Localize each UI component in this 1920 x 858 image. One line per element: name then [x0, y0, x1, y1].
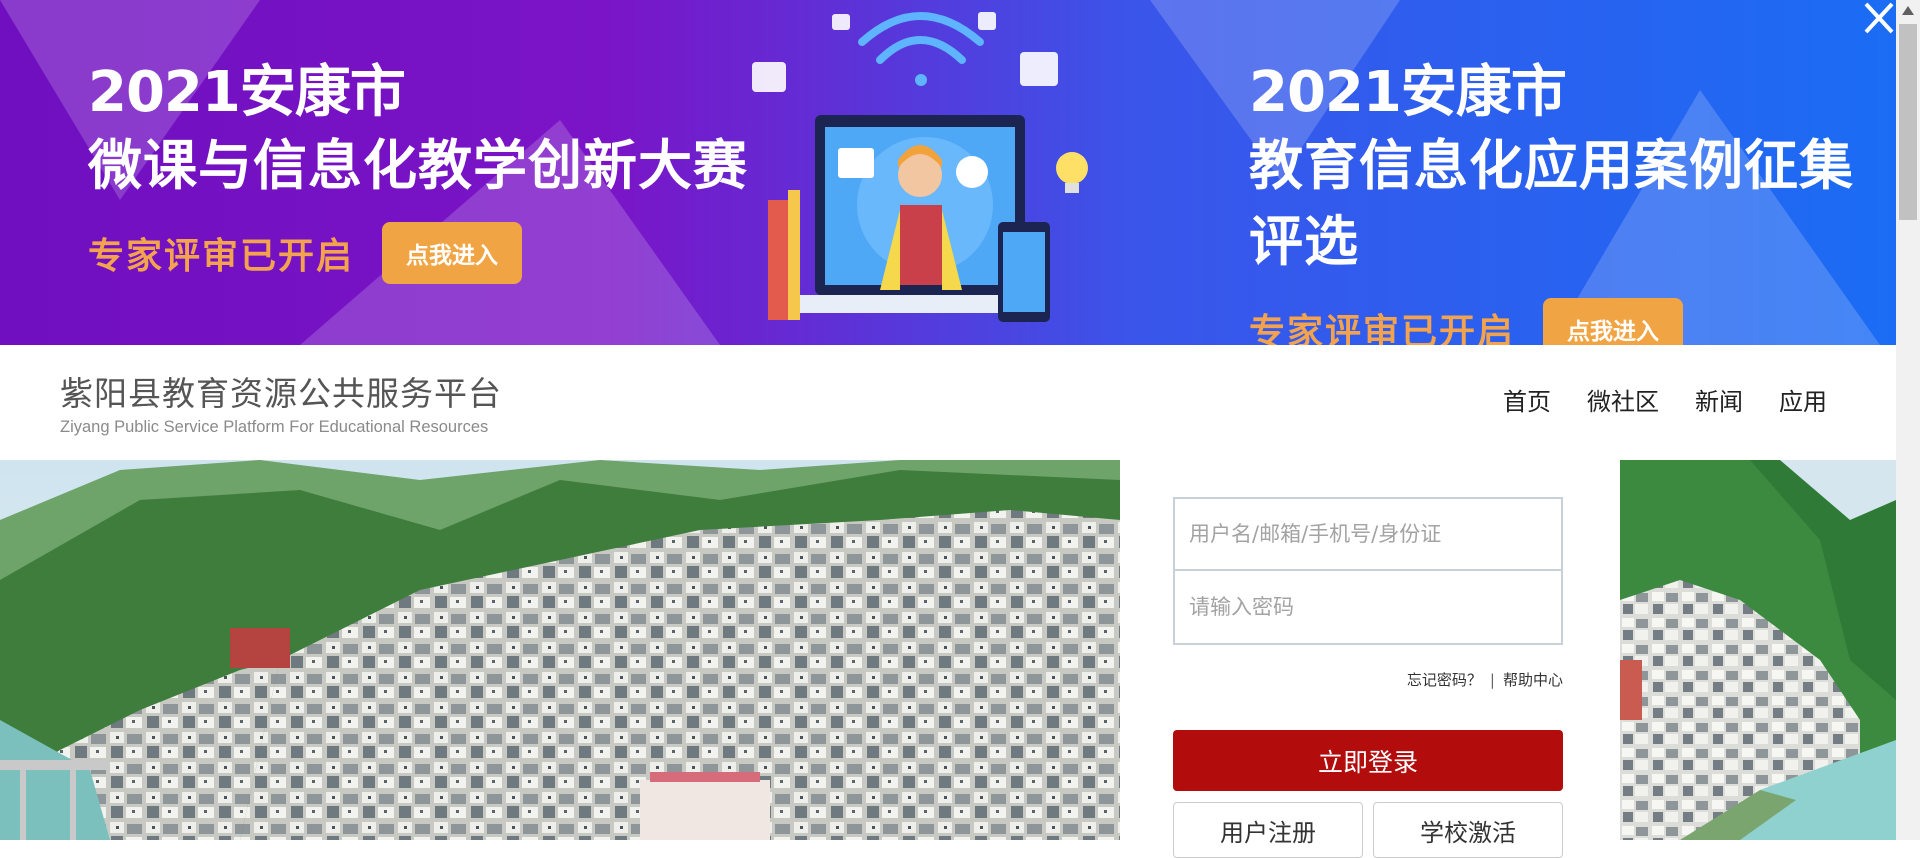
login-button[interactable]: 立即登录: [1173, 730, 1563, 791]
password-input[interactable]: [1173, 571, 1563, 645]
nav-community[interactable]: 微社区: [1587, 382, 1659, 417]
logo-chinese: 紫阳县教育资源公共服务平台: [60, 374, 502, 413]
promo-right: 2021安康市 教育信息化应用案例征集评选 专家评审已开启 点我进入: [1249, 58, 1896, 345]
city-photo-right: [1620, 460, 1896, 840]
close-icon[interactable]: [1862, 0, 1896, 36]
username-input[interactable]: [1173, 497, 1563, 571]
nav-news[interactable]: 新闻: [1695, 382, 1743, 417]
main-nav: 首页 微社区 新闻 应用: [1503, 382, 1827, 417]
chat-bubble-icon: [752, 62, 786, 92]
promo-right-title: 教育信息化应用案例征集评选: [1249, 134, 1854, 273]
computer-illustration-icon: [752, 12, 1088, 322]
promo-left-enter-button[interactable]: 点我进入: [382, 222, 523, 284]
promo-left-status: 专家评审已开启: [88, 236, 355, 277]
lightbulb-icon: [1056, 152, 1088, 193]
nav-apps[interactable]: 应用: [1779, 382, 1827, 417]
promo-left-title: 微课与信息化教学创新大赛: [88, 134, 748, 197]
promo-banner[interactable]: 2021安康市 微课与信息化教学创新大赛 专家评审已开启 点我进入 2021安康…: [0, 0, 1896, 345]
wifi-icon: [858, 12, 984, 86]
scroll-up-arrow-icon[interactable]: [1896, 0, 1920, 22]
login-help-links: 忘记密码？ | 帮助中心: [1173, 669, 1563, 690]
forgot-password-link[interactable]: 忘记密码？: [1407, 671, 1482, 689]
register-button[interactable]: 用户注册: [1173, 802, 1363, 858]
promo-right-status: 专家评审已开启: [1249, 312, 1516, 345]
school-activate-button[interactable]: 学校激活: [1373, 802, 1563, 858]
promo-left-year: 2021安康市: [88, 60, 406, 125]
scrollbar-thumb[interactable]: [1899, 24, 1917, 220]
login-form: 忘记密码？ | 帮助中心 立即登录 用户注册 学校激活: [1173, 497, 1563, 858]
site-logo[interactable]: 紫阳县教育资源公共服务平台 Ziyang Public Service Plat…: [60, 374, 502, 437]
page-scrollbar[interactable]: [1896, 0, 1920, 840]
logo-english: Ziyang Public Service Platform For Educa…: [60, 418, 489, 436]
promo-left: 2021安康市 微课与信息化教学创新大赛 专家评审已开启 点我进入: [88, 58, 748, 284]
city-photo-left: [0, 460, 1120, 840]
help-center-link[interactable]: 帮助中心: [1503, 671, 1563, 689]
promo-right-year: 2021安康市: [1249, 60, 1567, 125]
promo-right-enter-button[interactable]: 点我进入: [1543, 298, 1684, 345]
link-separator: |: [1489, 671, 1495, 689]
nav-home[interactable]: 首页: [1503, 382, 1551, 417]
